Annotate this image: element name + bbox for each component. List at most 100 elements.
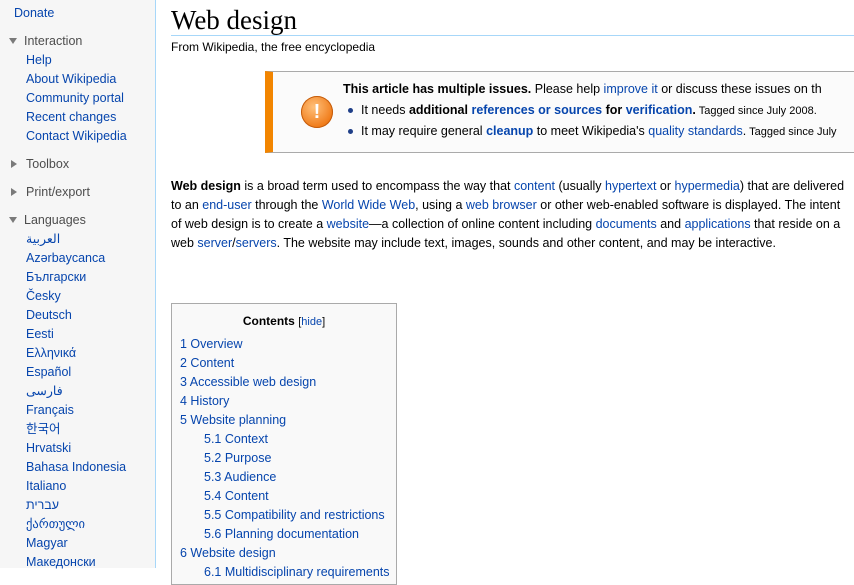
- cleanup-link[interactable]: cleanup: [486, 124, 533, 138]
- language-link[interactable]: Italiano: [26, 477, 126, 496]
- para-text: through the: [251, 198, 322, 212]
- language-link[interactable]: Bahasa Indonesia: [26, 458, 126, 477]
- toc-title-label: Contents: [242, 314, 295, 328]
- sidebar: Donate Interaction Help About Wikipedia …: [0, 0, 156, 569]
- world-wide-web-link[interactable]: World Wide Web: [322, 198, 415, 212]
- language-link[interactable]: 한국어: [26, 420, 126, 439]
- end-user-link[interactable]: end-user: [202, 198, 251, 212]
- language-link[interactable]: Hrvatski: [26, 439, 126, 458]
- issues-text-span: Please help: [531, 82, 604, 96]
- toc-item[interactable]: 1 Overview: [180, 335, 390, 354]
- toc-item[interactable]: 5.5 Compatibility and restrictions: [180, 506, 390, 525]
- verification-link[interactable]: verification: [626, 103, 693, 117]
- page-title: Web design: [171, 5, 298, 35]
- language-link[interactable]: Azərbaycanca: [26, 249, 126, 268]
- para-text: . The website may include text, images, …: [276, 236, 776, 250]
- languages-heading-label: Languages: [24, 213, 86, 227]
- sidebar-item-about[interactable]: About Wikipedia: [26, 70, 127, 89]
- para-text: is a broad term used to encompass the wa…: [240, 179, 514, 193]
- web-browser-link[interactable]: web browser: [466, 198, 537, 212]
- para-text: —a collection of online content includin…: [369, 217, 596, 231]
- language-link[interactable]: Ελληνικά: [26, 344, 126, 363]
- documents-link[interactable]: documents: [596, 217, 657, 231]
- toc-item[interactable]: 5.6 Planning documentation: [180, 525, 390, 544]
- issues-text-span: It needs: [361, 103, 409, 117]
- issues-bold-span: for: [602, 103, 626, 117]
- sidebar-item-recent[interactable]: Recent changes: [26, 108, 127, 127]
- toc-item[interactable]: 6.1 Multidisciplinary requirements: [180, 563, 390, 582]
- issue-references: It needs additional references or source…: [343, 101, 837, 122]
- collapse-arrow-icon: [9, 38, 17, 44]
- para-text: or: [656, 179, 675, 193]
- language-link[interactable]: Македонски: [26, 553, 126, 572]
- issues-heading: This article has multiple issues.: [343, 82, 532, 96]
- sidebar-item-contact[interactable]: Contact Wikipedia: [26, 127, 127, 146]
- issue-cleanup: It may require general cleanup to meet W…: [343, 122, 837, 143]
- languages-list: العربية Azərbaycanca Български Česky Deu…: [26, 230, 126, 572]
- language-link[interactable]: Česky: [26, 287, 126, 306]
- site-tagline: From Wikipedia, the free encyclopedia: [171, 40, 376, 54]
- servers-link[interactable]: servers: [236, 236, 277, 250]
- print-export-heading[interactable]: Print/export: [9, 185, 90, 199]
- expand-arrow-icon: [11, 160, 17, 168]
- toolbox-heading[interactable]: Toolbox: [9, 157, 69, 171]
- toc-hide-link[interactable]: hide: [301, 316, 322, 328]
- toc-item[interactable]: 5.3 Audience: [180, 468, 390, 487]
- language-link[interactable]: Français: [26, 401, 126, 420]
- language-link[interactable]: فارسی: [26, 382, 126, 401]
- issues-text-span: or discuss these issues on th: [657, 82, 822, 96]
- references-link[interactable]: references or sources: [471, 103, 602, 117]
- toc-item[interactable]: 5.4 Content: [180, 487, 390, 506]
- quality-standards-link[interactable]: quality standards: [648, 124, 743, 138]
- toc-item[interactable]: 3 Accessible web design: [180, 373, 390, 392]
- applications-link[interactable]: applications: [685, 217, 751, 231]
- issues-text-span: It may require general: [361, 124, 487, 138]
- sidebar-item-help[interactable]: Help: [26, 51, 127, 70]
- toc-list: 1 Overview 2 Content 3 Accessible web desi…: [180, 335, 390, 582]
- issues-bold-span: additional: [408, 103, 472, 117]
- print-export-heading-label: Print/export: [26, 185, 90, 199]
- language-link[interactable]: Deutsch: [26, 306, 126, 325]
- hypertext-link[interactable]: hypertext: [605, 179, 656, 193]
- toc-item[interactable]: 5 Website planning: [180, 411, 390, 430]
- toc-item[interactable]: 6 Website design: [180, 544, 390, 563]
- title-divider: [171, 35, 854, 36]
- toc-item[interactable]: 2 Content: [180, 354, 390, 373]
- language-link[interactable]: Български: [26, 268, 126, 287]
- donate-link[interactable]: Donate: [14, 6, 54, 20]
- language-link[interactable]: العربية: [26, 230, 126, 249]
- improve-link[interactable]: improve it: [604, 82, 658, 96]
- language-link[interactable]: Español: [26, 363, 126, 382]
- intro-paragraph: Web design is a broad term used to encom…: [171, 177, 846, 253]
- toc-item[interactable]: 5.2 Purpose: [180, 449, 390, 468]
- toc-title: Contents [hide]: [172, 314, 396, 328]
- toc-hide-wrapper: [hide]: [298, 316, 325, 328]
- languages-heading[interactable]: Languages: [9, 213, 86, 227]
- bold-term: Web design: [171, 179, 241, 193]
- collapse-arrow-icon: [9, 217, 17, 223]
- toc-item[interactable]: 4 History: [180, 392, 390, 411]
- interaction-list: Help About Wikipedia Community portal Re…: [26, 51, 127, 146]
- interaction-heading[interactable]: Interaction: [9, 34, 82, 48]
- language-link[interactable]: ქართული: [26, 515, 126, 534]
- tagged-date: Tagged since July: [746, 126, 837, 138]
- issues-text-span: to meet Wikipedia's: [533, 124, 649, 138]
- sidebar-item-community[interactable]: Community portal: [26, 89, 127, 108]
- exclamation-icon: !: [301, 96, 333, 128]
- expand-arrow-icon: [11, 188, 17, 196]
- language-link[interactable]: עברית: [26, 496, 126, 515]
- language-link[interactable]: Magyar: [26, 534, 126, 553]
- tagged-date: Tagged since July 2008.: [695, 105, 817, 117]
- para-text: and: [656, 217, 685, 231]
- server-link[interactable]: server: [197, 236, 232, 250]
- main-content: Web design From Wikipedia, the free ency…: [156, 0, 854, 585]
- toolbox-heading-label: Toolbox: [26, 157, 70, 171]
- para-text: (usually: [555, 179, 606, 193]
- interaction-heading-label: Interaction: [24, 34, 83, 48]
- website-link[interactable]: website: [327, 217, 369, 231]
- multiple-issues-box: ! This article has multiple issues. Plea…: [265, 71, 854, 153]
- language-link[interactable]: Eesti: [26, 325, 126, 344]
- content-link[interactable]: content: [514, 179, 555, 193]
- toc-item[interactable]: 5.1 Context: [180, 430, 390, 449]
- hypermedia-link[interactable]: hypermedia: [675, 179, 740, 193]
